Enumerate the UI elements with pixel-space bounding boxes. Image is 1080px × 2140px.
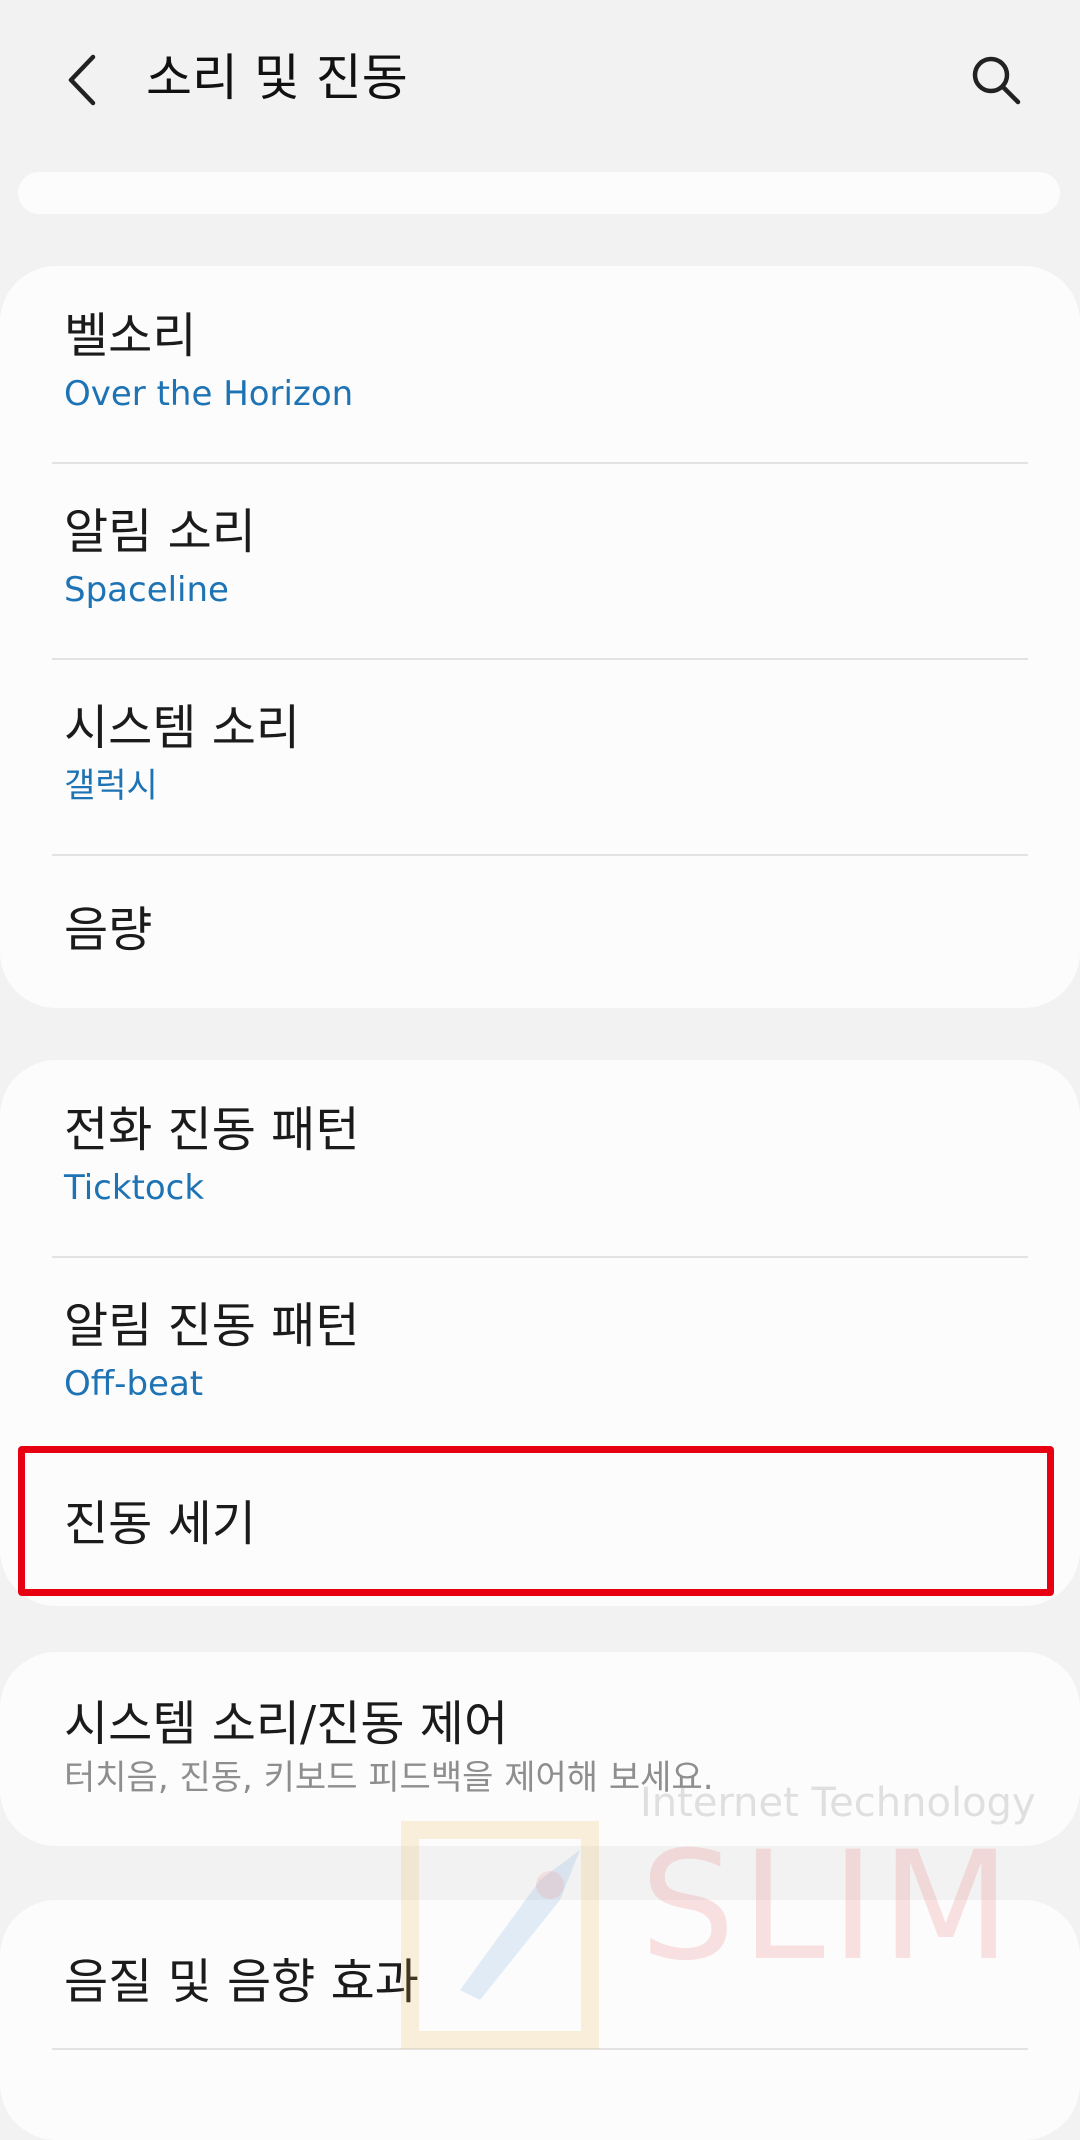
highlight-box bbox=[18, 1446, 1054, 1596]
item-subtitle: Ticktock bbox=[64, 1168, 205, 1208]
page-title: 소리 및 진동 bbox=[146, 49, 408, 107]
chevron-left-icon bbox=[68, 54, 96, 106]
item-subtitle: Spaceline bbox=[64, 570, 229, 610]
item-title: 음량 bbox=[64, 902, 153, 958]
item-title: 시스템 소리/진동 제어 bbox=[64, 1696, 509, 1752]
item-title: 알림 진동 패턴 bbox=[64, 1298, 360, 1354]
list-item-notification-vibration-pattern[interactable]: 알림 진동 패턴 Off-beat bbox=[0, 1296, 1080, 1406]
divider bbox=[52, 854, 1028, 856]
item-subtitle: 갤럭시 bbox=[64, 766, 158, 806]
top-app-bar: 소리 및 진동 bbox=[0, 0, 1080, 160]
divider bbox=[52, 658, 1028, 660]
item-title: 전화 진동 패턴 bbox=[64, 1102, 360, 1158]
search-button[interactable] bbox=[958, 40, 1034, 120]
sound-settings-card: 벨소리 Over the Horizon 알림 소리 Spaceline 시스템… bbox=[0, 266, 1080, 1008]
item-title: 시스템 소리 bbox=[64, 700, 301, 756]
item-title: 음질 및 음향 효과 bbox=[64, 1954, 419, 2010]
divider bbox=[52, 1256, 1028, 1258]
list-item-volume[interactable]: 음량 bbox=[0, 900, 1080, 960]
list-item-ringtone[interactable]: 벨소리 Over the Horizon bbox=[0, 306, 1080, 416]
scrolled-card-edge bbox=[18, 172, 1060, 214]
item-title: 벨소리 bbox=[64, 308, 197, 364]
item-subtitle: Off-beat bbox=[64, 1364, 204, 1404]
list-item-sound-quality-effects[interactable]: 음질 및 음향 효과 bbox=[0, 1952, 1080, 2012]
list-item-notification-sound[interactable]: 알림 소리 Spaceline bbox=[0, 502, 1080, 612]
search-icon bbox=[972, 56, 1021, 105]
sound-quality-card: 음질 및 음향 효과 bbox=[0, 1900, 1080, 2140]
divider bbox=[52, 2048, 1028, 2050]
list-item-call-vibration-pattern[interactable]: 전화 진동 패턴 Ticktock bbox=[0, 1100, 1080, 1210]
item-title: 알림 소리 bbox=[64, 504, 256, 560]
list-item-system-sound-vibration-control[interactable]: 시스템 소리/진동 제어 터치음, 진동, 키보드 피드백을 제어해 보세요. bbox=[0, 1694, 1080, 1800]
list-item-system-sound[interactable]: 시스템 소리 갤럭시 bbox=[0, 698, 1080, 808]
system-feedback-card: 시스템 소리/진동 제어 터치음, 진동, 키보드 피드백을 제어해 보세요. bbox=[0, 1652, 1080, 1846]
item-subtitle: 터치음, 진동, 키보드 피드백을 제어해 보세요. bbox=[64, 1758, 714, 1798]
back-button[interactable] bbox=[52, 40, 112, 120]
divider bbox=[52, 462, 1028, 464]
item-subtitle: Over the Horizon bbox=[64, 374, 354, 414]
